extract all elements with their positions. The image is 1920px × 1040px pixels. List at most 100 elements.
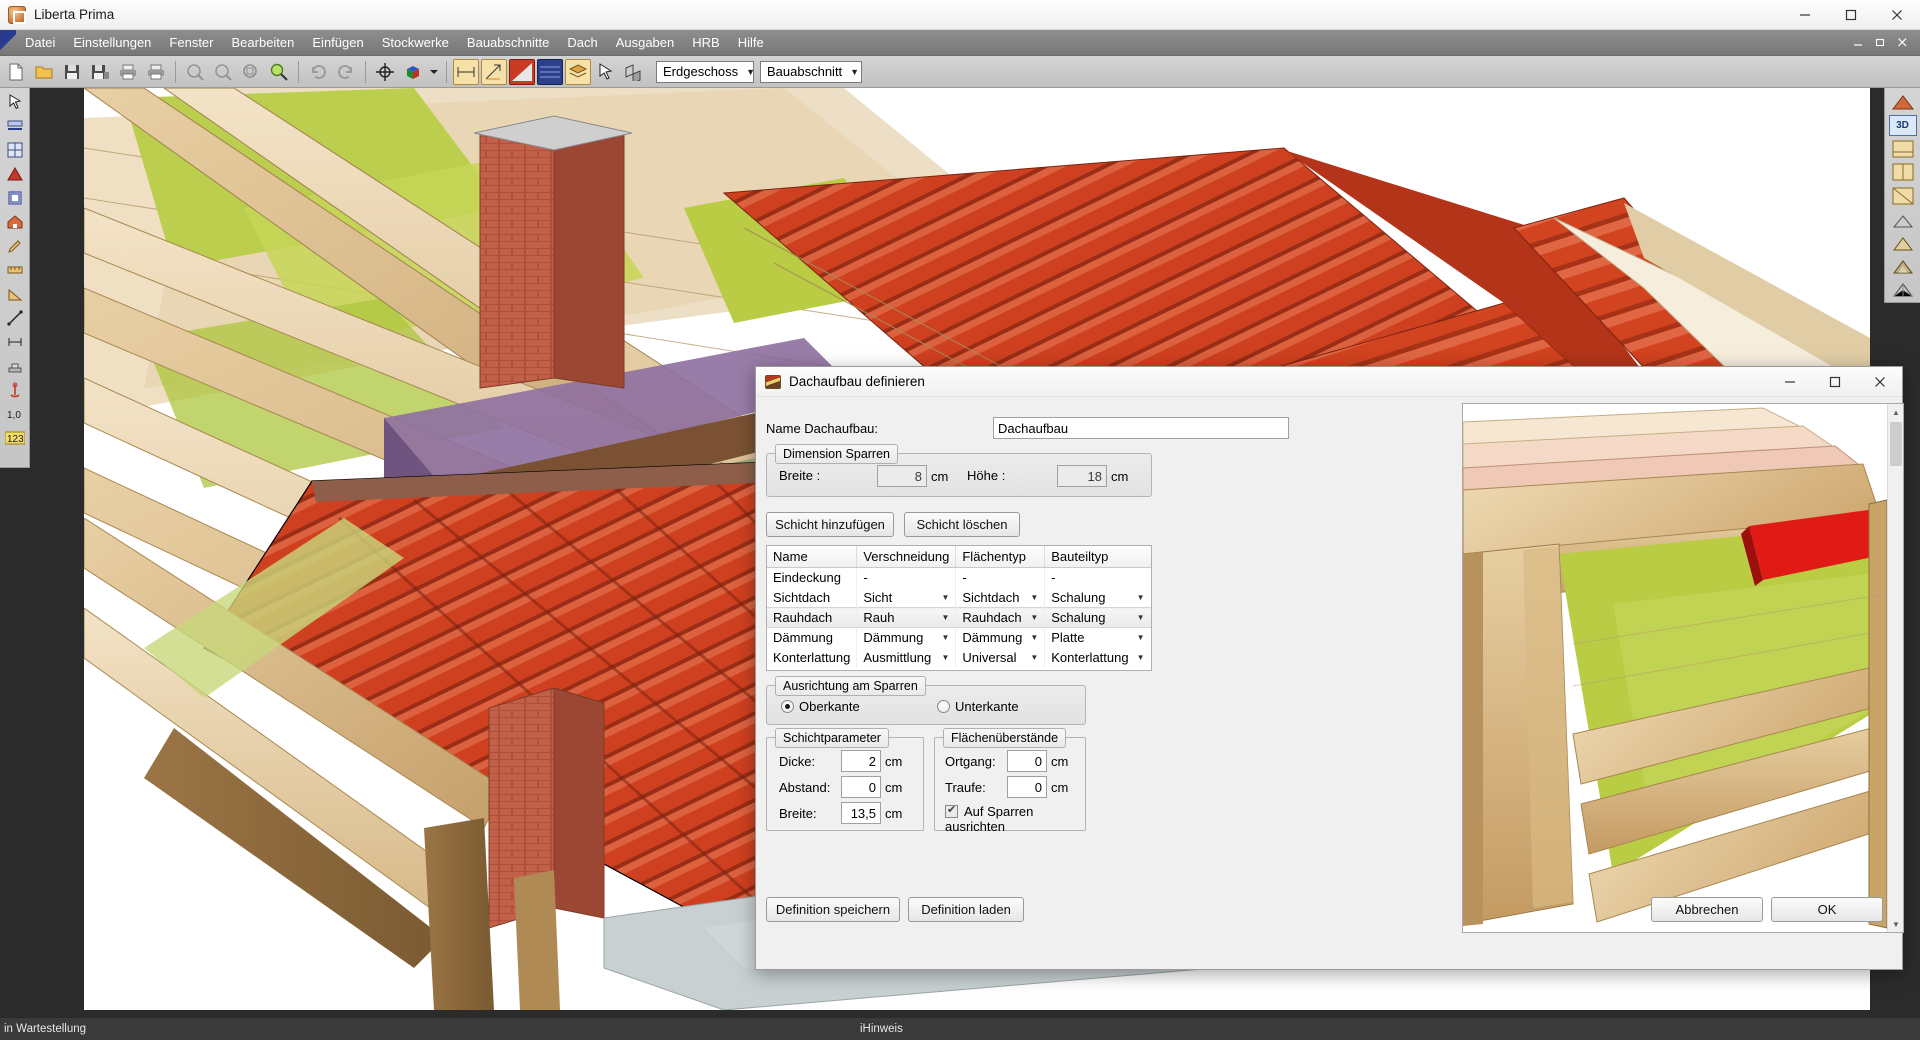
new-document-icon[interactable] <box>3 59 29 85</box>
open-folder-icon[interactable] <box>31 59 57 85</box>
window-tool-icon[interactable] <box>3 187 27 209</box>
checkbox-checked-icon[interactable] <box>945 805 958 818</box>
breite-param-input[interactable] <box>841 802 881 824</box>
view-perspective-icon[interactable] <box>1889 232 1917 254</box>
preview-pane[interactable]: ▲ ▼ <box>1462 403 1904 933</box>
print-preview-icon[interactable] <box>143 59 169 85</box>
traufe-input[interactable] <box>1007 776 1047 798</box>
menu-fenster[interactable]: Fenster <box>160 30 222 56</box>
menu-hrb[interactable]: HRB <box>683 30 728 56</box>
cell-bauteiltyp[interactable]: Platte▼ <box>1045 628 1151 648</box>
cell-bauteiltyp[interactable]: Konterlattung▼ <box>1045 648 1151 668</box>
cell-verschneidung[interactable]: Rauh▼ <box>857 608 956 628</box>
dialog-close-button[interactable] <box>1857 367 1902 396</box>
view-section-c-icon[interactable] <box>1889 185 1917 207</box>
angle-tool-icon[interactable] <box>3 283 27 305</box>
menu-dach[interactable]: Dach <box>558 30 606 56</box>
table-row[interactable]: Sichtdach Sicht▼ Sichtdach▼ Schalung▼ Br… <box>767 588 1152 608</box>
doc-restore-button[interactable] <box>1870 34 1890 52</box>
cell-flaechentyp[interactable]: Dämmung▼ <box>956 628 1045 648</box>
undo-icon[interactable] <box>305 59 331 85</box>
view-elevation-icon[interactable] <box>1889 209 1917 231</box>
menu-hilfe[interactable]: Hilfe <box>729 30 773 56</box>
section-icon[interactable] <box>621 59 647 85</box>
load-definition-button[interactable]: Definition laden <box>908 897 1024 922</box>
line-tool-icon[interactable] <box>3 307 27 329</box>
hoehe-input[interactable] <box>1057 465 1107 487</box>
cell-verschneidung[interactable]: Ausmittlung▼ <box>857 648 956 668</box>
breite-input[interactable] <box>877 465 927 487</box>
dicke-input[interactable] <box>841 750 881 772</box>
save-icon[interactable] <box>59 59 85 85</box>
radio-oberkante-icon[interactable] <box>781 700 794 713</box>
scroll-up-icon[interactable]: ▲ <box>1888 404 1904 420</box>
name-input[interactable] <box>993 417 1289 439</box>
house-tool-icon[interactable] <box>3 211 27 233</box>
dimension-tool-icon[interactable] <box>3 331 27 353</box>
numbers-123-icon[interactable]: 123 <box>3 427 27 449</box>
view-truss-icon[interactable] <box>1889 280 1917 302</box>
doc-minimize-button[interactable] <box>1848 34 1868 52</box>
menu-einfuegen[interactable]: Einfügen <box>303 30 372 56</box>
wall-tool-icon[interactable] <box>3 115 27 137</box>
pointer-tool-icon[interactable] <box>3 91 27 113</box>
view-section-a-icon[interactable] <box>1889 138 1917 160</box>
pointer-icon[interactable] <box>593 59 619 85</box>
add-layer-button[interactable]: Schicht hinzufügen <box>766 512 894 537</box>
menu-stockwerke[interactable]: Stockwerke <box>373 30 458 56</box>
table-row[interactable]: Rauhdach Rauh▼ Rauhdach▼ Schalung▼ Eiche… <box>767 608 1152 628</box>
zoom-out-icon[interactable] <box>182 59 208 85</box>
snap-crosshair-icon[interactable] <box>372 59 398 85</box>
hatch-red-icon[interactable] <box>509 59 535 85</box>
menu-bauabschnitte[interactable]: Bauabschnitte <box>458 30 558 56</box>
alignment-option-unterkante[interactable]: Unterkante <box>937 699 1019 714</box>
storey-select[interactable]: Erdgeschoss ▼ <box>656 61 754 83</box>
view-roof-icon[interactable] <box>1889 91 1917 113</box>
cell-verschneidung[interactable]: Sicht▼ <box>857 588 956 608</box>
close-button[interactable] <box>1874 0 1920 29</box>
measure-10-icon[interactable]: 1,0 <box>3 403 27 425</box>
delete-layer-button[interactable]: Schicht löschen <box>904 512 1020 537</box>
pencil-tool-icon[interactable] <box>3 235 27 257</box>
roof-tool-icon[interactable] <box>3 163 27 185</box>
alignment-option-oberkante[interactable]: Oberkante <box>781 699 860 714</box>
maximize-button[interactable] <box>1828 0 1874 29</box>
menu-ausgaben[interactable]: Ausgaben <box>607 30 684 56</box>
save-as-icon[interactable] <box>87 59 113 85</box>
grid-tool-icon[interactable] <box>3 139 27 161</box>
dim-horizontal-icon[interactable] <box>453 59 479 85</box>
stamp-tool-icon[interactable] <box>3 355 27 377</box>
view-section-b-icon[interactable] <box>1889 162 1917 184</box>
cell-flaechentyp[interactable]: Universal▼ <box>956 648 1045 668</box>
abstand-input[interactable] <box>841 776 881 798</box>
cancel-button[interactable]: Abbrechen <box>1651 897 1763 922</box>
chevron-down-icon[interactable] <box>428 59 440 85</box>
cell-verschneidung[interactable]: Dämmung▼ <box>857 628 956 648</box>
anchor-tool-icon[interactable] <box>3 379 27 401</box>
cell-flaechentyp[interactable]: Rauhdach▼ <box>956 608 1045 628</box>
table-row[interactable]: Konterlattung Ausmittlung▼ Universal▼ Ko… <box>767 648 1152 668</box>
menu-bearbeiten[interactable]: Bearbeiten <box>223 30 304 56</box>
table-row[interactable]: Dämmung Dämmung▼ Dämmung▼ Platte▼ Glaswo… <box>767 628 1152 648</box>
save-definition-button[interactable]: Definition speichern <box>766 897 900 922</box>
menu-datei[interactable]: Datei <box>16 30 64 56</box>
menu-einstellungen[interactable]: Einstellungen <box>64 30 160 56</box>
table-row[interactable]: Eindeckung - - - - <box>767 568 1152 588</box>
preview-scrollbar[interactable]: ▲ ▼ <box>1887 404 1903 932</box>
color-cube-icon[interactable] <box>400 59 426 85</box>
zoom-selection-icon[interactable] <box>266 59 292 85</box>
cell-bauteiltyp[interactable]: Schalung▼ <box>1045 608 1151 628</box>
cell-bauteiltyp[interactable]: Schalung▼ <box>1045 588 1151 608</box>
print-icon[interactable] <box>115 59 141 85</box>
align-to-rafters-checkbox[interactable]: Auf Sparren ausrichten <box>945 804 1085 834</box>
layer-icon[interactable] <box>565 59 591 85</box>
scroll-thumb[interactable] <box>1890 422 1902 466</box>
minimize-button[interactable] <box>1782 0 1828 29</box>
dim-angle-icon[interactable] <box>481 59 507 85</box>
cell-flaechentyp[interactable]: Sichtdach▼ <box>956 588 1045 608</box>
layers-table[interactable]: Name Verschneidung Flächentyp Bauteiltyp… <box>766 545 1152 671</box>
dialog-maximize-button[interactable] <box>1812 367 1857 396</box>
section-select[interactable]: Bauabschnitt ▼ <box>760 61 862 83</box>
hatch-blue-icon[interactable] <box>537 59 563 85</box>
ortgang-input[interactable] <box>1007 750 1047 772</box>
